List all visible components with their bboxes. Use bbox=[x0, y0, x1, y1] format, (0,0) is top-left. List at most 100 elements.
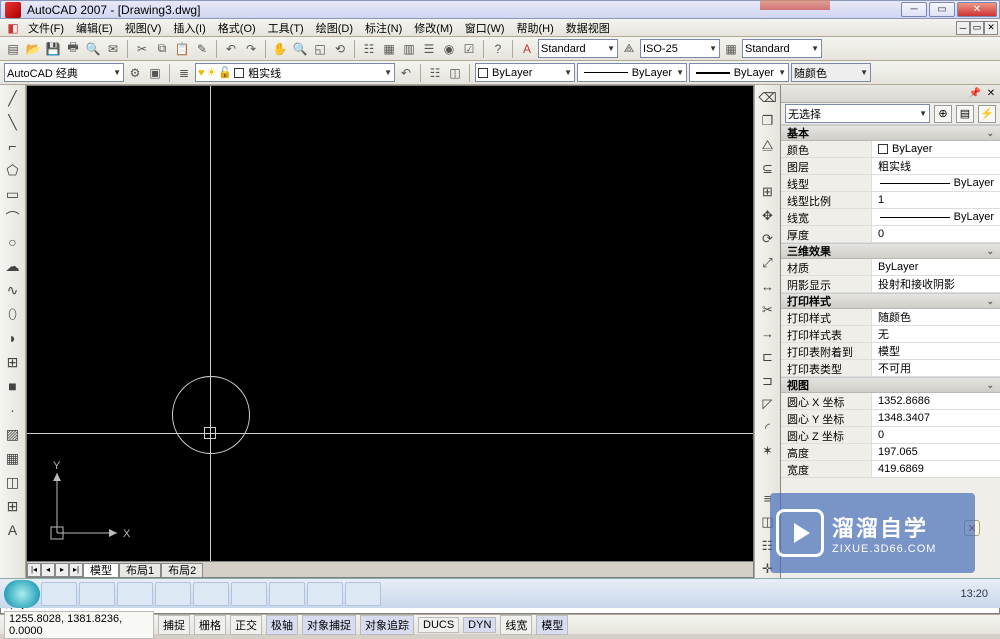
hatch-icon[interactable]: ▨ bbox=[4, 425, 22, 443]
tab-next-icon[interactable]: ▸ bbox=[55, 563, 69, 577]
tab-last-icon[interactable]: ▸| bbox=[69, 563, 83, 577]
group-view[interactable]: 视图⌄ bbox=[781, 377, 1000, 393]
minimize-button[interactable]: ─ bbox=[901, 2, 927, 17]
taskbar-item[interactable] bbox=[231, 582, 267, 606]
quickselect-icon[interactable]: ▤ bbox=[956, 105, 974, 123]
status-polar[interactable]: 极轴 bbox=[266, 615, 298, 635]
explode-icon[interactable]: ✶ bbox=[759, 443, 777, 461]
spline-icon[interactable]: ∿ bbox=[4, 281, 22, 299]
maximize-button[interactable]: ▭ bbox=[929, 2, 955, 17]
extend-icon[interactable]: → bbox=[759, 325, 777, 343]
status-ducs[interactable]: DUCS bbox=[418, 617, 459, 633]
paste-icon[interactable]: 📋 bbox=[173, 40, 191, 58]
layer-states-icon[interactable]: ☷ bbox=[426, 64, 444, 82]
workspace-save-icon[interactable]: ▣ bbox=[146, 64, 164, 82]
gradient-icon[interactable]: ▦ bbox=[4, 449, 22, 467]
rotate-icon[interactable]: ⟳ bbox=[759, 230, 777, 248]
tab-layout1[interactable]: 布局1 bbox=[119, 563, 161, 577]
ellipsearc-icon[interactable]: ◗ bbox=[4, 329, 22, 347]
lineweight-combo[interactable]: ByLayer▼ bbox=[689, 63, 789, 82]
chamfer-icon[interactable]: ◸ bbox=[759, 396, 777, 414]
menu-draw[interactable]: 绘图(D) bbox=[310, 20, 359, 36]
dimstyle-icon[interactable]: ⟁ bbox=[620, 40, 638, 58]
preview-icon[interactable]: 🔍 bbox=[84, 40, 102, 58]
menu-dataview[interactable]: 数据视图 bbox=[560, 20, 616, 36]
arc-icon[interactable]: ⌒ bbox=[4, 209, 22, 227]
props-close-icon[interactable]: ✕ bbox=[984, 87, 998, 101]
region-icon[interactable]: ◫ bbox=[4, 473, 22, 491]
help-icon[interactable]: ? bbox=[489, 40, 507, 58]
taskbar-item[interactable] bbox=[307, 582, 343, 606]
table-icon[interactable]: ⊞ bbox=[4, 497, 22, 515]
selection-combo[interactable]: 无选择▼ bbox=[785, 104, 930, 123]
group-basic[interactable]: 基本⌄ bbox=[781, 125, 1000, 141]
markup-icon[interactable]: ◉ bbox=[440, 40, 458, 58]
undo-icon[interactable]: ↶ bbox=[222, 40, 240, 58]
tablestyle-icon[interactable]: ▦ bbox=[722, 40, 740, 58]
status-lwt[interactable]: 线宽 bbox=[500, 615, 532, 635]
taskbar-item[interactable] bbox=[345, 582, 381, 606]
menu-tools[interactable]: 工具(T) bbox=[262, 20, 310, 36]
layer-iso-icon[interactable]: ◫ bbox=[446, 64, 464, 82]
status-otrack[interactable]: 对象追踪 bbox=[360, 615, 414, 635]
open-icon[interactable]: 📂 bbox=[24, 40, 42, 58]
tab-prev-icon[interactable]: ◂ bbox=[41, 563, 55, 577]
move-icon[interactable]: ✥ bbox=[759, 207, 777, 225]
tab-model[interactable]: 模型 bbox=[83, 563, 119, 577]
menu-help[interactable]: 帮助(H) bbox=[511, 20, 560, 36]
taskbar-item[interactable] bbox=[79, 582, 115, 606]
status-model[interactable]: 模型 bbox=[536, 615, 568, 635]
polygon-icon[interactable]: ⬠ bbox=[4, 161, 22, 179]
plotstyle-combo[interactable]: 随颜色▼ bbox=[791, 63, 871, 82]
taskbar-item[interactable] bbox=[117, 582, 153, 606]
block-icon[interactable]: ■ bbox=[4, 377, 22, 395]
props-pin-icon[interactable]: 📌 bbox=[968, 87, 982, 101]
menu-dimension[interactable]: 标注(N) bbox=[359, 20, 408, 36]
mtext-icon[interactable]: A bbox=[4, 521, 22, 539]
copy-obj-icon[interactable]: ❐ bbox=[759, 113, 777, 131]
redo-icon[interactable]: ↷ bbox=[242, 40, 260, 58]
line-icon[interactable]: ╱ bbox=[4, 89, 22, 107]
offset-icon[interactable]: ⊆ bbox=[759, 160, 777, 178]
sheetset-icon[interactable]: ☰ bbox=[420, 40, 438, 58]
mdi-restore[interactable]: ▭ bbox=[970, 21, 984, 35]
mirror-icon[interactable]: ⧋ bbox=[759, 136, 777, 154]
circle-icon[interactable]: ○ bbox=[4, 233, 22, 251]
stretch-icon[interactable]: ↔ bbox=[759, 278, 777, 296]
layer-combo[interactable]: ♥☀🔓 粗实线▼ bbox=[195, 63, 395, 82]
color-combo[interactable]: ByLayer▼ bbox=[475, 63, 575, 82]
coordinate-display[interactable]: 1255.8028, 1381.8236, 0.0000 bbox=[4, 611, 154, 639]
status-dyn[interactable]: DYN bbox=[463, 617, 496, 633]
pickadd-icon[interactable]: ⊕ bbox=[934, 105, 952, 123]
status-ortho[interactable]: 正交 bbox=[230, 615, 262, 635]
group-3d[interactable]: 三维效果⌄ bbox=[781, 243, 1000, 259]
rectangle-icon[interactable]: ▭ bbox=[4, 185, 22, 203]
status-grid[interactable]: 栅格 bbox=[194, 615, 226, 635]
tab-first-icon[interactable]: |◂ bbox=[27, 563, 41, 577]
zoomprev-icon[interactable]: ⟲ bbox=[331, 40, 349, 58]
new-icon[interactable]: ▤ bbox=[4, 40, 22, 58]
cut-icon[interactable]: ✂ bbox=[133, 40, 151, 58]
trim-icon[interactable]: ✂ bbox=[759, 301, 777, 319]
publish-icon[interactable]: ✉ bbox=[104, 40, 122, 58]
menu-edit[interactable]: 编辑(E) bbox=[70, 20, 119, 36]
taskbar-item[interactable] bbox=[155, 582, 191, 606]
plot-icon[interactable]: 🖶 bbox=[64, 40, 82, 58]
erase-icon[interactable]: ⌫ bbox=[759, 89, 777, 107]
array-icon[interactable]: ⊞ bbox=[759, 183, 777, 201]
zoom-icon[interactable]: 🔍 bbox=[291, 40, 309, 58]
taskbar-item[interactable] bbox=[193, 582, 229, 606]
designcenter-icon[interactable]: ▦ bbox=[380, 40, 398, 58]
zoomwin-icon[interactable]: ◱ bbox=[311, 40, 329, 58]
toolpalette-icon[interactable]: ▥ bbox=[400, 40, 418, 58]
tab-layout2[interactable]: 布局2 bbox=[161, 563, 203, 577]
calc-icon[interactable]: ☑ bbox=[460, 40, 478, 58]
match-icon[interactable]: ✎ bbox=[193, 40, 211, 58]
table-style-combo[interactable]: Standard▼ bbox=[742, 39, 822, 58]
mdi-minimize[interactable]: ─ bbox=[956, 21, 970, 35]
break-icon[interactable]: ⊏ bbox=[759, 348, 777, 366]
layer-manager-icon[interactable]: ≣ bbox=[175, 64, 193, 82]
properties-icon[interactable]: ☷ bbox=[360, 40, 378, 58]
start-button[interactable] bbox=[4, 580, 40, 608]
workspace-settings-icon[interactable]: ⚙ bbox=[126, 64, 144, 82]
